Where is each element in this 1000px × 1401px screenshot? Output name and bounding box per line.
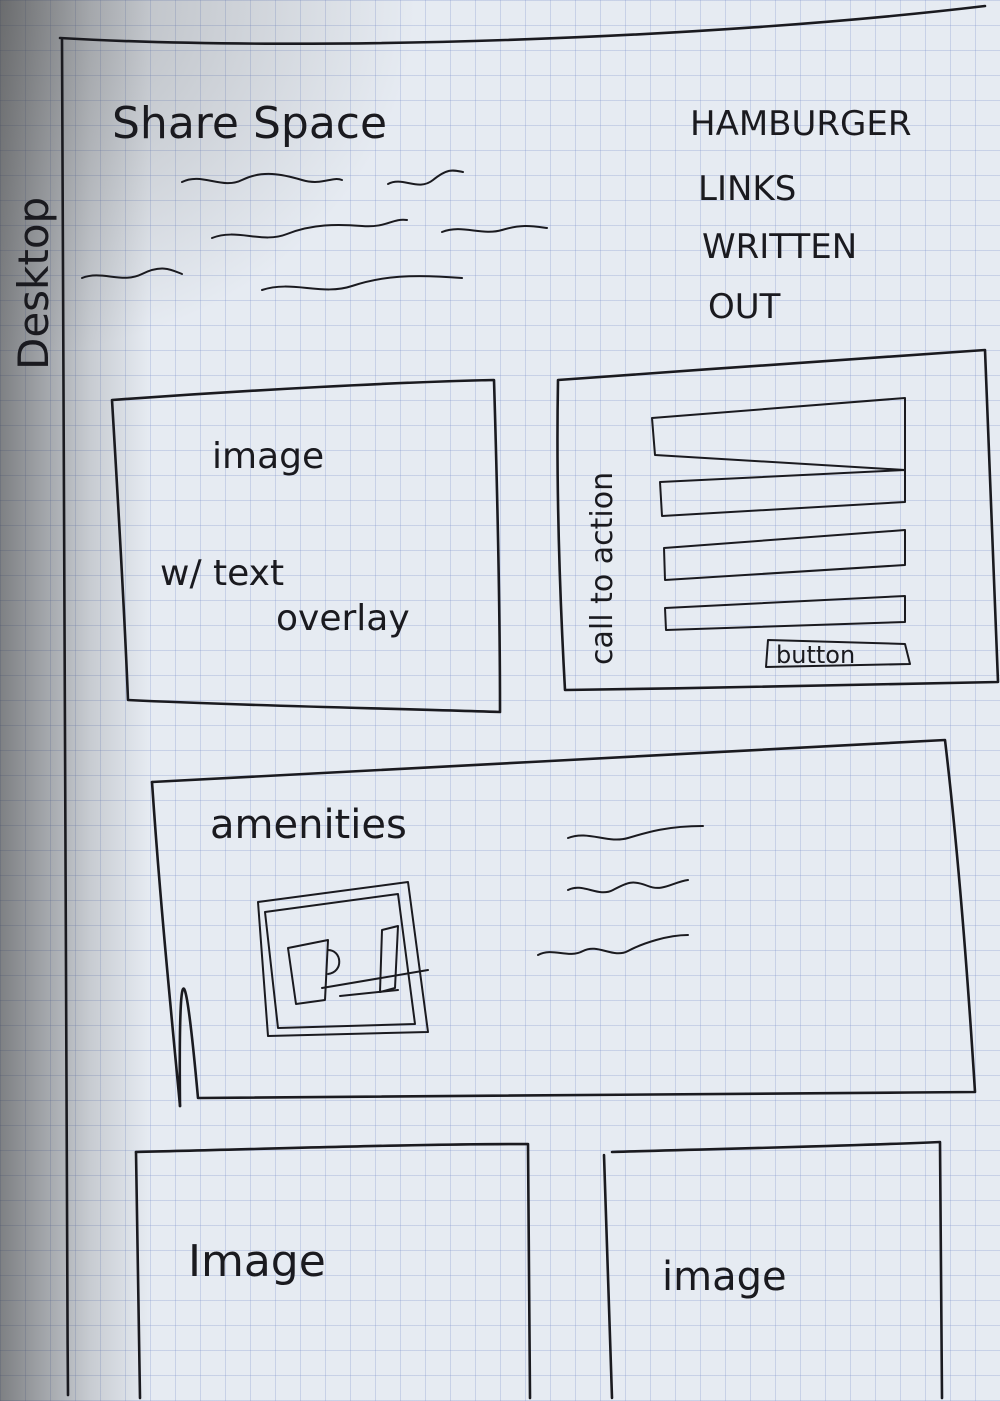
intro-text-scribble	[81, 169, 548, 291]
page-frame-top-line	[58, 4, 987, 46]
side-label: Desktop	[9, 197, 58, 370]
cta-input-4[interactable]	[664, 595, 906, 631]
nav-note-2: LINKS	[698, 169, 796, 209]
hero-overlay-label-2: overlay	[276, 598, 410, 639]
nav-note-4: OUT	[708, 287, 781, 327]
wireframe-sketch: Desktop Share Space HAMBURGER LINKS WRIT…	[9, 4, 1000, 1400]
gallery-image-label-2: image	[662, 1254, 787, 1300]
nav-note-1: HAMBURGER	[690, 104, 911, 144]
nav-note-3: WRITTEN	[702, 227, 857, 267]
cta-button-label: button	[776, 641, 855, 669]
hero-overlay-label-1: w/ text	[160, 553, 284, 594]
amenities-text-scribble	[537, 825, 704, 956]
cta-button[interactable]: button	[765, 639, 911, 669]
gallery-image-box-2: image	[602, 1140, 944, 1400]
site-title: Share Space	[112, 98, 387, 149]
gallery-image-box-1: Image	[134, 1142, 532, 1400]
cta-form-box: call to action button	[556, 348, 1000, 692]
cta-input-2[interactable]	[659, 469, 906, 517]
amenities-title: amenities	[210, 802, 407, 848]
hero-image-label: image	[212, 436, 324, 477]
cta-input-1[interactable]	[651, 397, 906, 471]
gallery-image-label-1: Image	[188, 1236, 326, 1287]
cta-label: call to action	[585, 472, 620, 665]
coffee-laptop-icon	[257, 881, 429, 1037]
cta-input-3[interactable]	[663, 529, 906, 581]
amenities-box: amenities	[150, 738, 977, 1108]
page-frame-left-line	[60, 38, 70, 1397]
hero-image-box: image w/ text overlay	[110, 378, 502, 714]
